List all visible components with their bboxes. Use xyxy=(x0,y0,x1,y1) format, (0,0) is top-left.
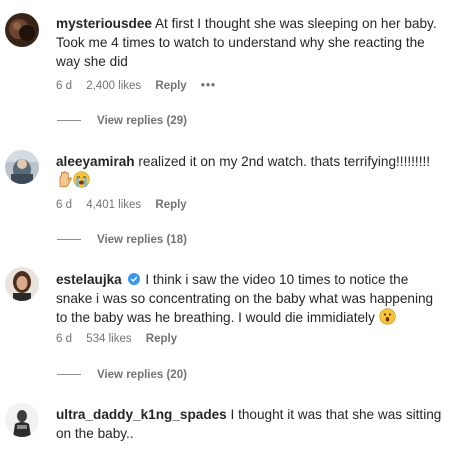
comment-body: aleeyamirah realized it on my 2nd watch.… xyxy=(56,152,442,193)
comment-meta: 6 d 534 likes Reply xyxy=(56,333,188,345)
comment-username[interactable]: mysteriousdee xyxy=(56,16,152,31)
divider-line xyxy=(57,239,81,241)
comment-time: 6 d xyxy=(56,199,72,211)
comment-body: mysteriousdee At first I thought she was… xyxy=(56,14,442,71)
view-replies-label: View replies (29) xyxy=(97,115,187,127)
reply-button[interactable]: Reply xyxy=(146,333,177,345)
reply-button[interactable]: Reply xyxy=(155,80,186,92)
avatar[interactable] xyxy=(5,403,39,437)
comments-list: mysteriousdee At first I thought she was… xyxy=(0,0,451,453)
avatar[interactable] xyxy=(5,13,39,47)
view-replies-button[interactable]: View replies (18) xyxy=(57,234,187,246)
comment-likes[interactable]: 2,400 likes xyxy=(86,80,141,92)
comment-time: 6 d xyxy=(56,80,72,92)
comment-text: realized it on my 2nd watch. thats terri… xyxy=(138,154,431,169)
avatar[interactable] xyxy=(5,267,39,301)
raised-back-hand-emoji xyxy=(56,171,73,193)
verified-badge-icon xyxy=(127,273,140,285)
more-options-icon[interactable]: ••• xyxy=(201,80,216,92)
comment-likes[interactable]: 4,401 likes xyxy=(86,199,141,211)
astonished-face-emoji xyxy=(379,308,396,330)
comment-username[interactable]: ultra_daddy_k1ng_spades xyxy=(56,407,227,422)
comment-body: estelaujka I think i saw the video 10 ti… xyxy=(56,270,442,330)
divider-line xyxy=(57,374,81,376)
comment-likes[interactable]: 534 likes xyxy=(86,333,131,345)
comment-time: 6 d xyxy=(56,333,72,345)
loudly-crying-face-emoji xyxy=(73,171,90,193)
view-replies-button[interactable]: View replies (29) xyxy=(57,115,187,127)
divider-line xyxy=(57,120,81,122)
avatar[interactable] xyxy=(5,150,39,184)
reply-button[interactable]: Reply xyxy=(155,199,186,211)
comment-username[interactable]: estelaujka xyxy=(56,272,122,287)
view-replies-button[interactable]: View replies (20) xyxy=(57,369,187,381)
view-replies-label: View replies (20) xyxy=(97,369,187,381)
view-replies-label: View replies (18) xyxy=(97,234,187,246)
comment-meta: 6 d 4,401 likes Reply xyxy=(56,199,198,211)
comment-username[interactable]: aleeyamirah xyxy=(56,154,135,169)
comment-body: ultra_daddy_k1ng_spades I thought it was… xyxy=(56,405,442,443)
comment-meta: 6 d 2,400 likes Reply ••• xyxy=(56,80,227,92)
